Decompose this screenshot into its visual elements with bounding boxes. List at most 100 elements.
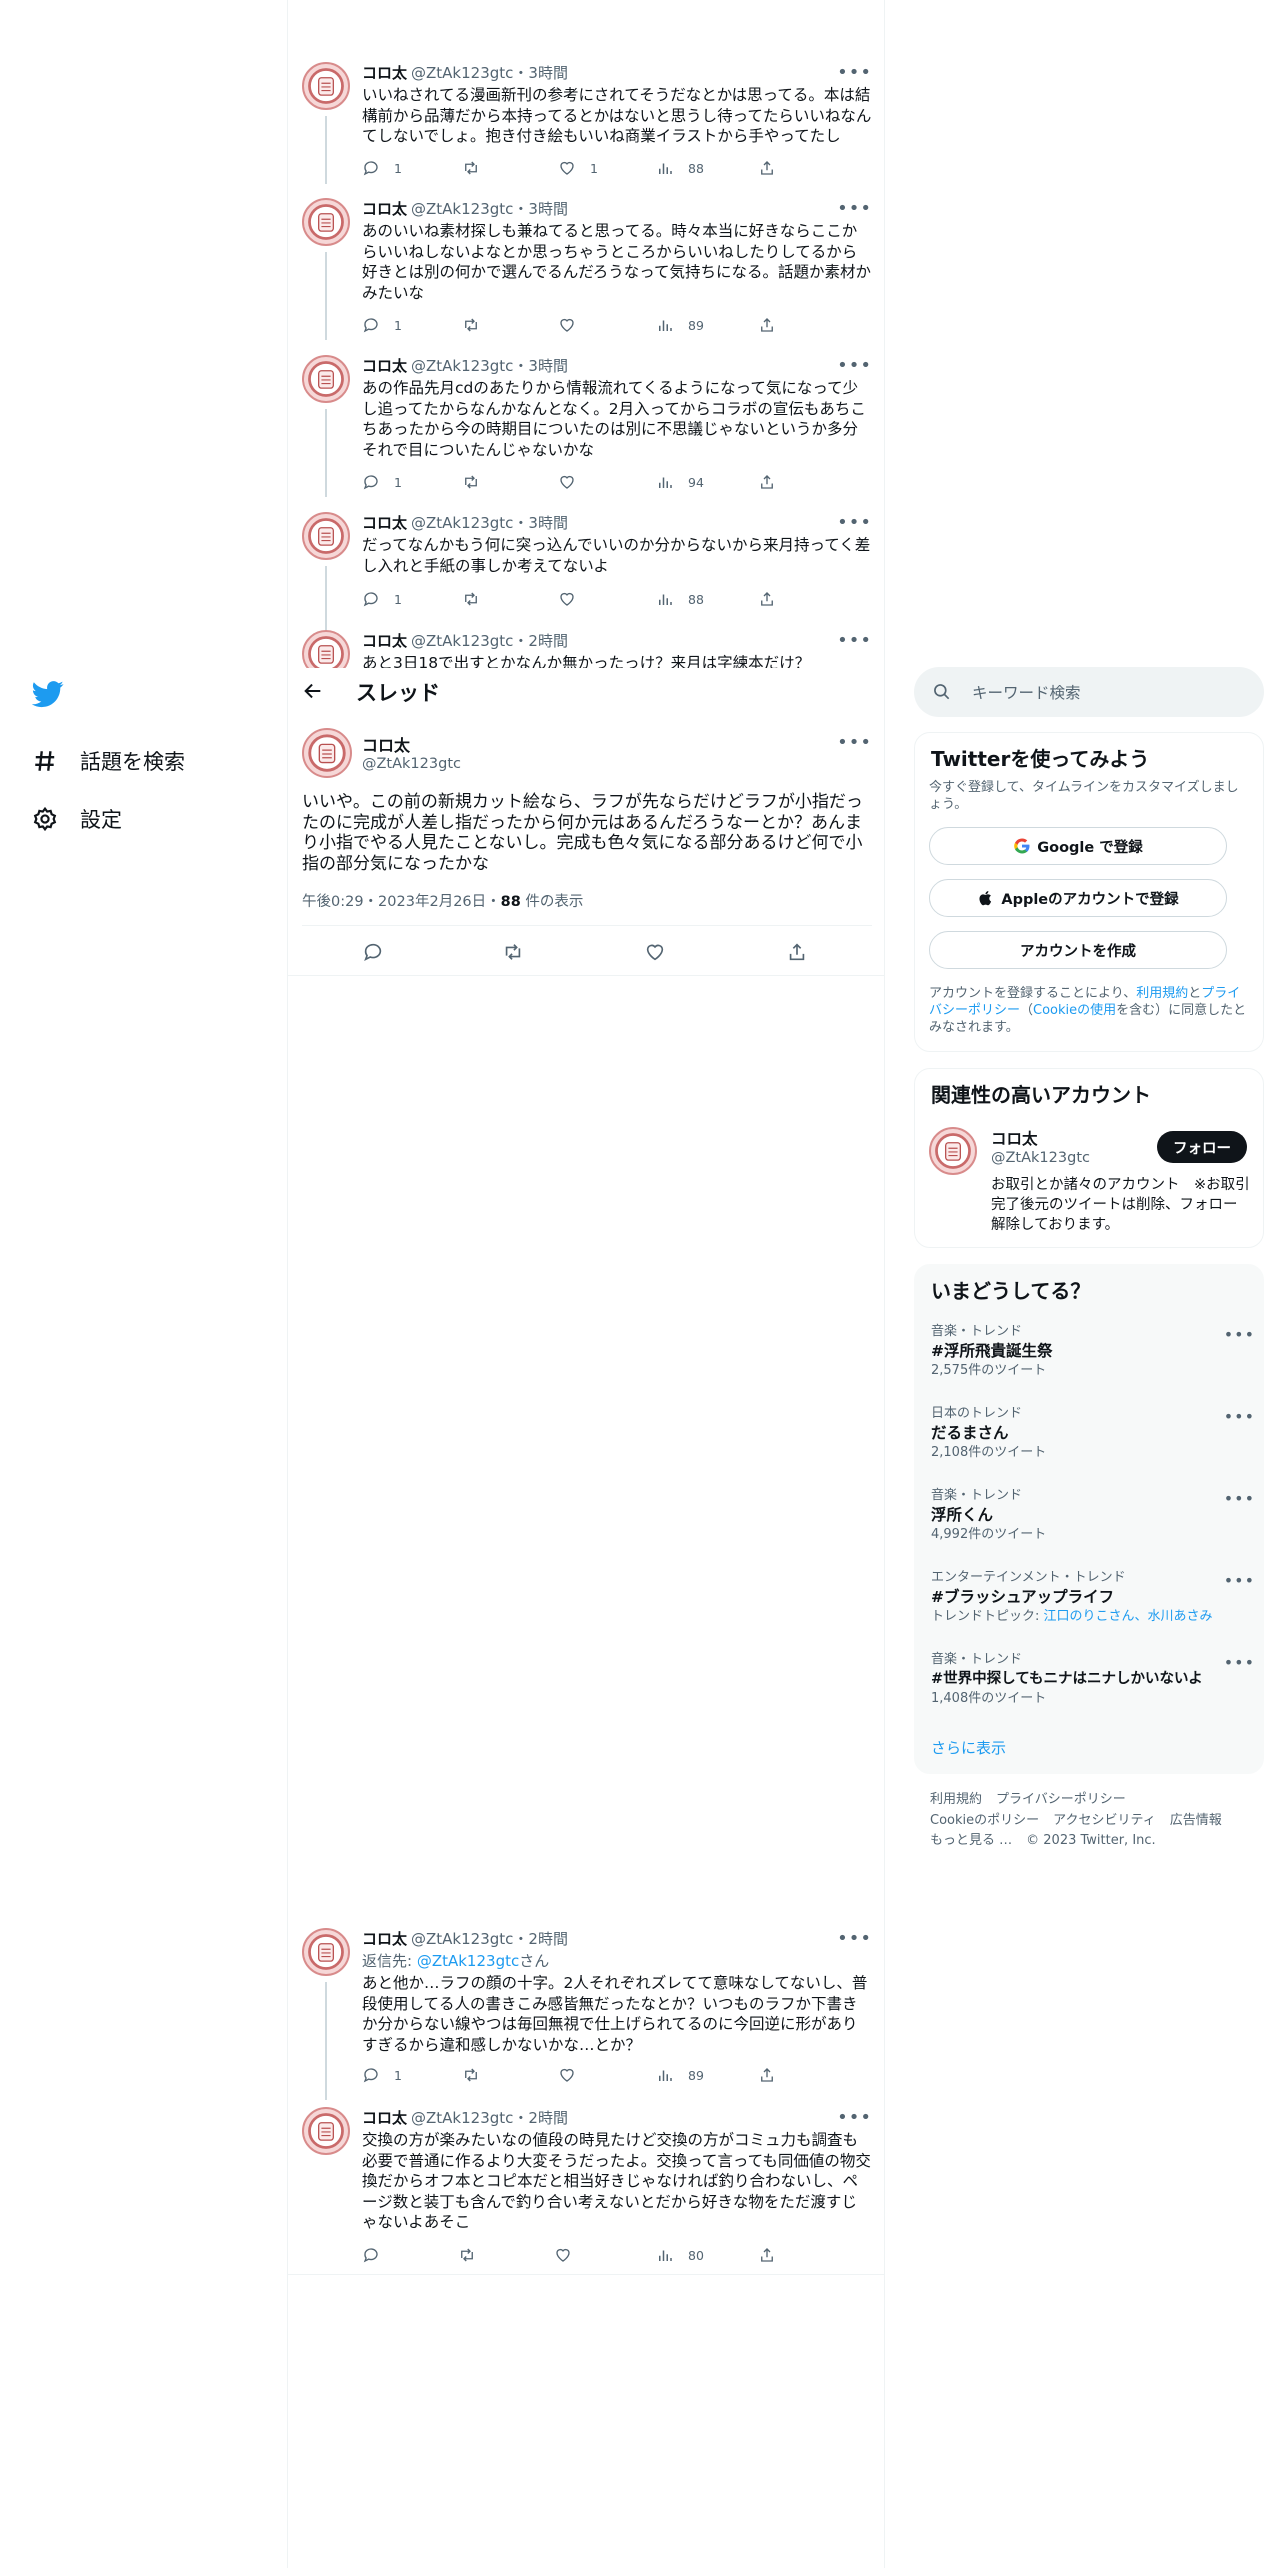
twitter-logo-icon[interactable] <box>31 678 64 710</box>
footer-link[interactable]: 広告情報 <box>1170 1813 1222 1828</box>
views-button[interactable]: 94 <box>656 473 704 491</box>
trend-item[interactable]: 音楽・トレンド #浮所飛貴誕生祭 2,575件のツイート ••• <box>931 1323 1254 1380</box>
tweet[interactable]: コロ太 @ZtAk123gtc・2時間 ••• あと3日18で出すとかなんか無かっ… <box>302 630 872 670</box>
reply-button[interactable]: 1 <box>362 159 402 177</box>
display-name[interactable]: コロ太 <box>362 357 407 375</box>
like-button[interactable] <box>554 2246 586 2264</box>
avatar[interactable] <box>302 512 350 560</box>
more-icon[interactable]: ••• <box>1224 1325 1255 1344</box>
like-button[interactable] <box>558 473 590 491</box>
reply-button[interactable]: 1 <box>362 590 402 608</box>
share-button[interactable] <box>758 590 790 608</box>
more-icon[interactable]: ••• <box>837 355 872 376</box>
trend-item[interactable]: 音楽・トレンド 浮所くん 4,992件のツイート ••• <box>931 1487 1254 1544</box>
tweet[interactable]: コロ太 @ZtAk123gtc・3時間 ••• いいねされてる漫画新刊の参考にされ… <box>302 62 872 184</box>
avatar[interactable] <box>302 198 350 246</box>
avatar[interactable] <box>302 62 350 110</box>
avatar[interactable] <box>929 1127 977 1175</box>
retweet-button[interactable] <box>462 473 494 491</box>
avatar[interactable] <box>302 355 350 403</box>
terms-link[interactable]: 利用規約 <box>1136 986 1188 1001</box>
show-more-link[interactable]: さらに表示 <box>931 1737 1006 1758</box>
footer-link[interactable]: 利用規約 <box>930 1792 982 1807</box>
display-name[interactable]: コロ太 <box>362 732 461 756</box>
handle[interactable]: @ZtAk123gtc <box>411 1930 513 1948</box>
tweet[interactable]: コロ太 @ZtAk123gtc・2時間 ••• 交換の方が楽みたいなの値段の時見た… <box>302 2107 872 2267</box>
more-icon[interactable]: ••• <box>837 62 872 83</box>
avatar[interactable] <box>302 1928 350 1976</box>
back-arrow-icon[interactable] <box>302 680 324 702</box>
views-button[interactable]: 89 <box>656 316 704 334</box>
share-button[interactable] <box>758 473 790 491</box>
trend-item[interactable]: 日本のトレンド だるまさん 2,108件のツイート ••• <box>931 1405 1254 1462</box>
reply-button[interactable]: 1 <box>362 316 402 334</box>
trend-item[interactable]: 音楽・トレンド #世界中探してもニナはニナしかいないよ 1,408件のツイート … <box>931 1651 1254 1708</box>
reply-button[interactable] <box>362 2246 394 2264</box>
handle[interactable]: @ZtAk123gtc <box>411 357 513 375</box>
more-icon[interactable]: ••• <box>837 2107 872 2128</box>
timestamp[interactable]: ・3時間 <box>513 64 568 82</box>
like-button[interactable] <box>558 2066 590 2084</box>
display-name[interactable]: コロ太 <box>362 2109 407 2127</box>
google-signup-button[interactable]: Google で登録 <box>929 827 1227 865</box>
create-account-button[interactable]: アカウントを作成 <box>929 931 1227 969</box>
reply-icon[interactable] <box>362 941 384 963</box>
search-box[interactable]: キーワード検索 <box>914 667 1264 717</box>
retweet-button[interactable] <box>462 590 494 608</box>
retweet-icon[interactable] <box>502 941 524 963</box>
handle[interactable]: @ZtAk123gtc <box>411 200 513 218</box>
timestamp[interactable]: ・3時間 <box>513 200 568 218</box>
display-name[interactable]: コロ太 <box>362 514 407 532</box>
more-icon[interactable]: ••• <box>837 732 872 753</box>
share-button[interactable] <box>758 316 790 334</box>
trend-item[interactable]: エンターテインメント・トレンド #ブラッシュアップライフ トレンドトピック: 江… <box>931 1569 1254 1626</box>
reply-to-link[interactable]: @ZtAk123gtc <box>417 1952 519 1970</box>
handle[interactable]: @ZtAk123gtc <box>411 64 513 82</box>
timestamp[interactable]: ・2時間 <box>513 2109 568 2127</box>
footer-link[interactable]: もっと見る … <box>930 1833 1012 1848</box>
trend-topic-link[interactable]: 江口のりこさん、水川あさみ <box>1044 1609 1213 1624</box>
like-button[interactable] <box>558 316 590 334</box>
more-icon[interactable]: ••• <box>837 198 872 219</box>
avatar[interactable] <box>302 728 352 778</box>
cookie-link[interactable]: Cookieの使用 <box>1033 1003 1116 1018</box>
retweet-button[interactable] <box>462 316 494 334</box>
retweet-button[interactable] <box>462 159 494 177</box>
tweet[interactable]: コロ太 @ZtAk123gtc・3時間 ••• あのいいね素材探しも兼ねてると思っ… <box>302 198 872 340</box>
handle[interactable]: @ZtAk123gtc <box>411 514 513 532</box>
more-icon[interactable]: ••• <box>1224 1489 1255 1508</box>
more-icon[interactable]: ••• <box>837 630 872 651</box>
share-button[interactable] <box>758 159 790 177</box>
like-button[interactable]: 1 <box>558 159 598 177</box>
handle[interactable]: @ZtAk123gtc <box>411 632 513 650</box>
more-icon[interactable]: ••• <box>1224 1407 1255 1426</box>
retweet-button[interactable] <box>462 2066 494 2084</box>
share-icon[interactable] <box>786 941 808 963</box>
retweet-button[interactable] <box>458 2246 490 2264</box>
reply-button[interactable]: 1 <box>362 2066 402 2084</box>
related-name[interactable]: コロ太 <box>991 1127 1038 1149</box>
footer-link[interactable]: アクセシビリティ <box>1053 1813 1156 1828</box>
tweet[interactable]: コロ太 @ZtAk123gtc・2時間 ••• 返信先: @ZtAk123gtcさ… <box>302 1928 872 2100</box>
timestamp[interactable]: 午後0:29・2023年2月26日・ <box>302 894 501 910</box>
views-button[interactable]: 89 <box>656 2066 704 2084</box>
timestamp[interactable]: ・3時間 <box>513 514 568 532</box>
timestamp[interactable]: ・3時間 <box>513 357 568 375</box>
related-handle[interactable]: @ZtAk123gtc <box>991 1150 1090 1166</box>
nav-item-settings[interactable]: 設定 <box>32 790 262 848</box>
reply-button[interactable]: 1 <box>362 473 402 491</box>
display-name[interactable]: コロ太 <box>362 1930 407 1948</box>
more-icon[interactable]: ••• <box>1224 1653 1255 1672</box>
nav-item-explore[interactable]: 話題を検索 <box>32 732 262 790</box>
display-name[interactable]: コロ太 <box>362 200 407 218</box>
avatar[interactable] <box>302 630 350 670</box>
share-button[interactable] <box>758 2246 790 2264</box>
timestamp[interactable]: ・2時間 <box>513 1930 568 1948</box>
views-button[interactable]: 80 <box>656 2246 704 2264</box>
tweet[interactable]: コロ太 @ZtAk123gtc・3時間 ••• だってなんかもう何に突っ込んでいい… <box>302 512 872 634</box>
heart-icon[interactable] <box>644 941 666 963</box>
more-icon[interactable]: ••• <box>1224 1571 1255 1590</box>
footer-link[interactable]: プライバシーポリシー <box>996 1792 1126 1807</box>
display-name[interactable]: コロ太 <box>362 64 407 82</box>
more-icon[interactable]: ••• <box>837 1928 872 1949</box>
